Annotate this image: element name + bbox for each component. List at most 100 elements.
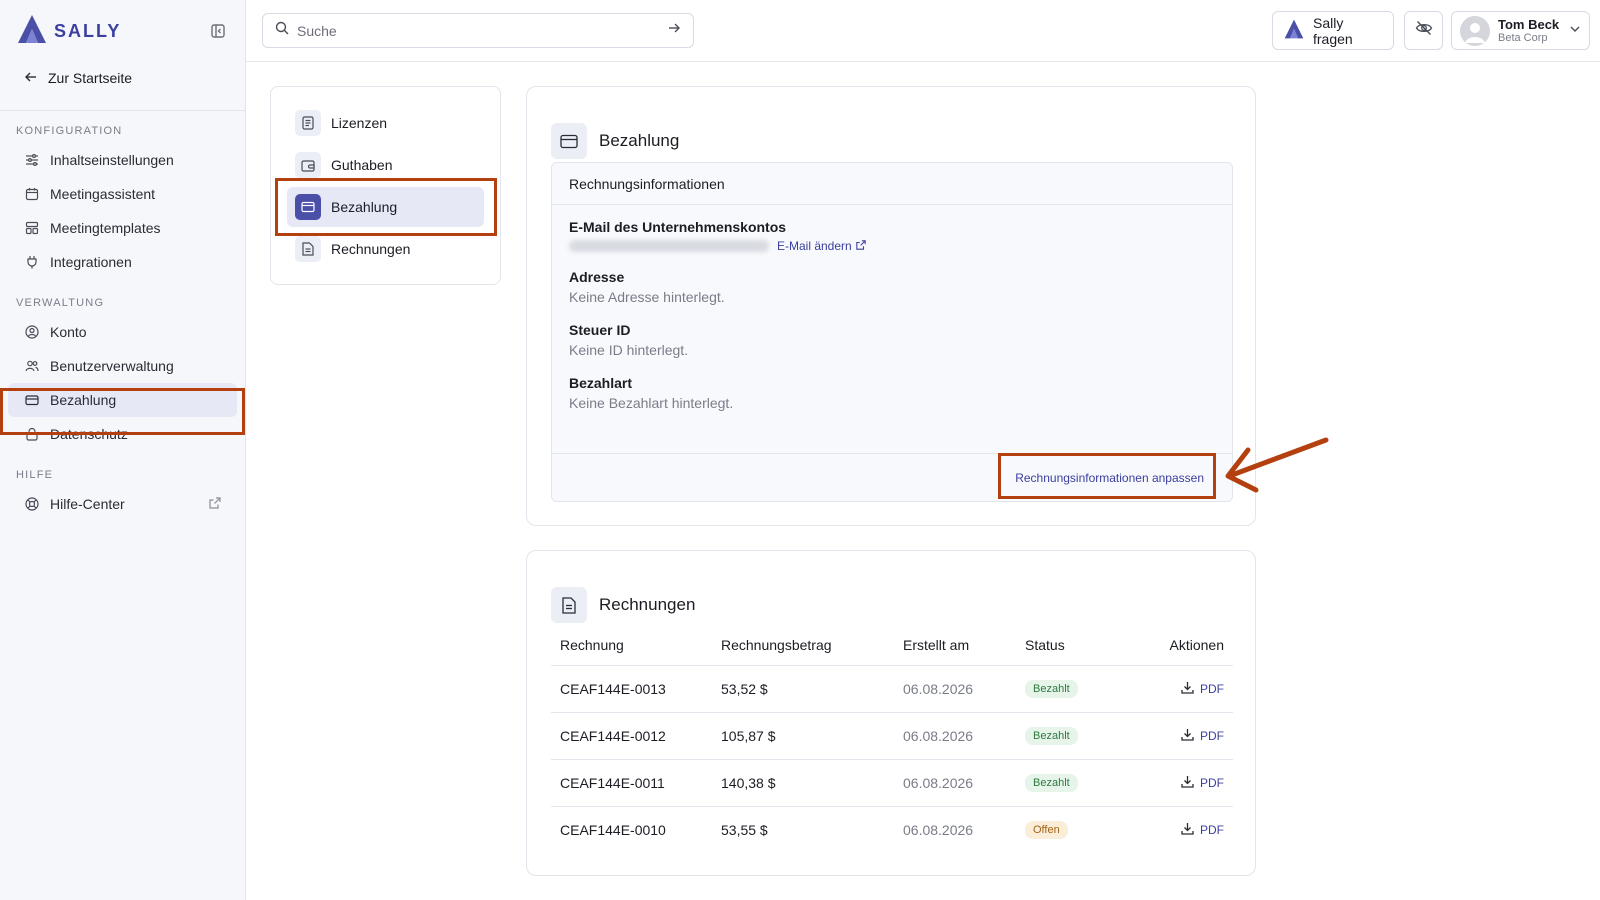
document-icon <box>551 587 587 623</box>
users-icon <box>24 358 40 374</box>
email-value-redacted <box>569 240 769 252</box>
subnav-item-bezahlung[interactable]: Bezahlung <box>287 187 484 227</box>
email-label: E-Mail des Unternehmenskontos <box>569 219 787 235</box>
edit-billing-info-button[interactable]: Rechnungsinformationen anpassen <box>1015 471 1204 485</box>
change-email-label: E-Mail ändern <box>777 239 852 253</box>
invoice-status-cell: Bezahlt <box>1016 712 1126 760</box>
invoice-status-cell: Bezahlt <box>1016 759 1126 807</box>
billing-card: Bezahlung Rechnungsinformationen E-Mail … <box>526 86 1256 526</box>
section-label-konfiguration: KONFIGURATION <box>16 125 123 137</box>
calendar-icon <box>24 186 40 202</box>
download-pdf-button[interactable]: PDF <box>1181 775 1224 791</box>
invoices-card: Rechnungen Rechnung Rechnungsbetrag Erst… <box>526 550 1256 876</box>
credit-card-icon <box>24 392 40 408</box>
search-input[interactable] <box>297 22 659 39</box>
credit-card-icon <box>551 123 587 159</box>
logo-text: SALLY <box>54 20 122 41</box>
sidebar-item-meetingtemplates[interactable]: Meetingtemplates <box>0 211 245 245</box>
table-row: CEAF144E-0010 53,55 $ 06.08.2026 Offen P… <box>551 806 1233 853</box>
subnav-item-lizenzen[interactable]: Lizenzen <box>287 103 484 143</box>
change-email-link[interactable]: E-Mail ändern <box>777 239 866 253</box>
payment-method-label: Bezahlart <box>569 375 633 391</box>
invoice-amount: 53,52 $ <box>712 665 894 713</box>
download-pdf-button[interactable]: PDF <box>1181 728 1224 744</box>
search-bar[interactable] <box>262 13 694 48</box>
download-icon <box>1181 775 1194 791</box>
invoice-date: 06.08.2026 <box>894 712 1016 760</box>
plug-icon <box>24 254 40 270</box>
collapse-sidebar-icon[interactable] <box>207 20 229 42</box>
sidebar-item-label: Hilfe-Center <box>50 496 125 512</box>
invoice-id: CEAF144E-0012 <box>551 712 712 760</box>
download-pdf-button[interactable]: PDF <box>1181 822 1224 838</box>
sidebar-item-label: Konto <box>50 324 87 340</box>
hide-toggle-button[interactable] <box>1404 11 1443 50</box>
sidebar-item-label: Inhaltseinstellungen <box>50 152 174 168</box>
invoice-actions-cell: PDF <box>1126 665 1233 713</box>
document-icon <box>295 236 321 262</box>
user-name: Tom Beck <box>1498 16 1560 32</box>
sidebar-item-bezahlung[interactable]: Bezahlung <box>8 383 237 417</box>
invoice-date: 06.08.2026 <box>894 759 1016 807</box>
ask-sally-button[interactable]: Sally fragen <box>1272 11 1394 50</box>
credit-card-icon <box>295 194 321 220</box>
external-link-icon <box>209 496 221 512</box>
tax-id-value: Keine ID hinterlegt. <box>569 342 689 358</box>
sidebar-item-benutzerverwaltung[interactable]: Benutzerverwaltung <box>0 349 245 383</box>
table-row: CEAF144E-0013 53,52 $ 06.08.2026 Bezahlt… <box>551 665 1233 713</box>
sidebar-divider <box>0 110 245 111</box>
chevron-down-icon <box>1569 22 1581 40</box>
status-badge: Bezahlt <box>1025 774 1078 792</box>
ask-sally-label: Sally fragen <box>1313 14 1353 47</box>
invoice-id: CEAF144E-0013 <box>551 665 712 713</box>
arrow-right-icon[interactable] <box>667 21 681 40</box>
subnav-item-label: Guthaben <box>331 157 393 173</box>
lock-icon <box>24 426 40 442</box>
sidebar-item-label: Integrationen <box>50 254 132 270</box>
sidebar-item-label: Meetingtemplates <box>50 220 161 236</box>
billing-info-header: Rechnungsinformationen <box>552 163 1232 205</box>
invoice-date: 06.08.2026 <box>903 821 974 838</box>
sidebar-item-meetingassistent[interactable]: Meetingassistent <box>0 177 245 211</box>
user-circle-icon <box>24 324 40 340</box>
billing-fields: E-Mail des Unternehmenskontos E-Mail änd… <box>552 205 1232 411</box>
column-header: Status <box>1016 625 1126 666</box>
address-label: Adresse <box>569 269 625 285</box>
subnav-item-label: Rechnungen <box>331 241 411 257</box>
user-menu-button[interactable]: Tom Beck Beta Corp <box>1451 11 1590 50</box>
email-row: E-Mail ändern <box>569 239 1215 253</box>
download-icon <box>1181 728 1194 744</box>
invoice-actions-cell: PDF <box>1126 806 1233 853</box>
invoice-status-cell: Offen <box>1016 806 1126 853</box>
download-icon <box>1181 822 1194 838</box>
sidebar-item-konto[interactable]: Konto <box>0 315 245 349</box>
wallet-icon <box>295 152 321 178</box>
status-badge: Offen <box>1025 821 1068 840</box>
external-link-icon <box>855 239 866 253</box>
sidebar-item-integrationen[interactable]: Integrationen <box>0 245 245 279</box>
sliders-icon <box>24 152 40 168</box>
billing-subnav: Lizenzen Guthaben Bezahlung Rechnungen <box>270 86 501 285</box>
section-label-verwaltung: VERWALTUNG <box>16 297 105 309</box>
avatar <box>1460 15 1490 46</box>
subnav-item-guthaben[interactable]: Guthaben <box>287 145 484 185</box>
sally-logo-icon <box>1283 19 1305 42</box>
pdf-label: PDF <box>1200 775 1224 790</box>
sidebar-item-datenschutz[interactable]: Datenschutz <box>0 417 245 451</box>
back-to-home-link[interactable]: Zur Startseite <box>0 62 245 94</box>
eye-off-icon <box>1415 19 1433 42</box>
logo[interactable]: SALLY <box>16 14 121 49</box>
invoice-id: CEAF144E-0011 <box>551 759 712 807</box>
sidebar-item-hilfe-center[interactable]: Hilfe-Center <box>0 487 245 521</box>
invoices-title: Rechnungen <box>599 595 696 614</box>
invoice-status-cell: Bezahlt <box>1016 665 1126 713</box>
column-header: Rechnung <box>551 625 712 666</box>
invoice-date: 06.08.2026 <box>894 665 1016 713</box>
invoice-actions-cell: PDF <box>1126 712 1233 760</box>
download-pdf-button[interactable]: PDF <box>1181 681 1224 697</box>
billing-info-footer: Rechnungsinformationen anpassen <box>552 453 1232 501</box>
table-row: CEAF144E-0012 105,87 $ 06.08.2026 Bezahl… <box>551 712 1233 760</box>
sidebar-item-inhaltseinstellungen[interactable]: Inhaltseinstellungen <box>0 143 245 177</box>
subnav-item-rechnungen[interactable]: Rechnungen <box>287 229 484 269</box>
annotation-arrow-icon <box>1225 437 1329 493</box>
